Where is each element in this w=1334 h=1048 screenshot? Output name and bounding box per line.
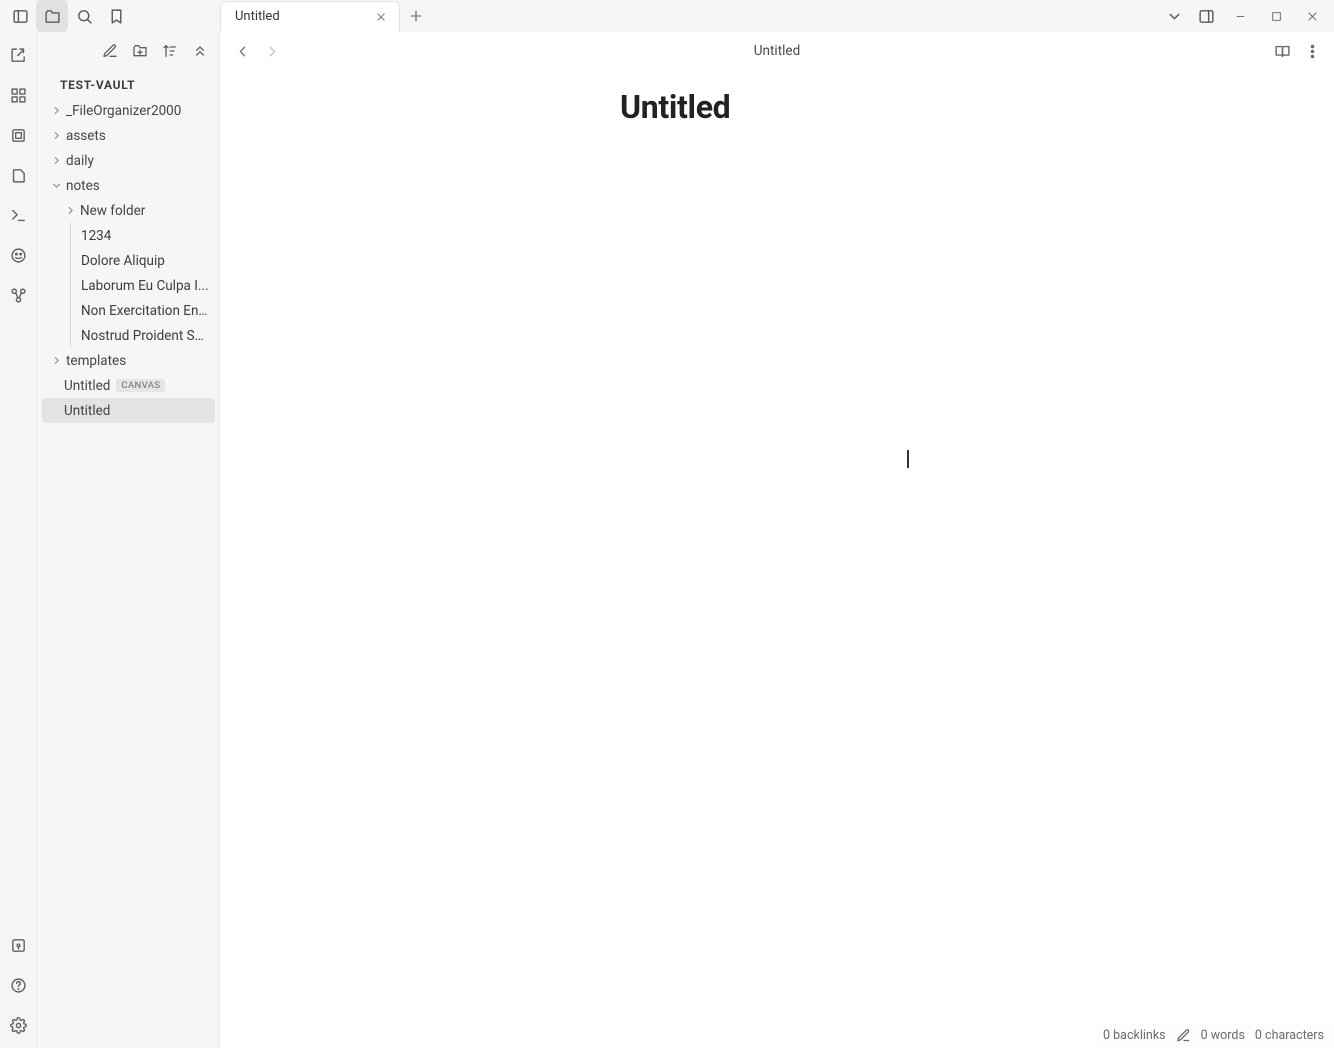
tree-label: Nostrud Proident Su... xyxy=(81,328,209,344)
tree-label: Untitled xyxy=(64,403,110,419)
note-title[interactable]: Untitled xyxy=(620,70,1334,126)
window-close-icon[interactable] xyxy=(1294,0,1330,32)
chevron-right-icon xyxy=(50,129,66,142)
titlebar-right xyxy=(1158,0,1334,32)
nav-back-icon[interactable] xyxy=(228,37,256,65)
plugin-icon[interactable] xyxy=(4,280,34,310)
file-laborum[interactable]: Laborum Eu Culpa I... xyxy=(71,273,215,298)
tree-label: notes xyxy=(66,178,100,194)
tree-label: Untitled xyxy=(64,378,110,394)
status-bar: 0 backlinks 0 words 0 characters xyxy=(1093,1022,1334,1048)
chevron-right-icon xyxy=(50,104,66,117)
folder-fileorganizer[interactable]: _FileOrganizer2000 xyxy=(42,98,215,123)
tree-label: 1234 xyxy=(81,228,111,244)
new-tab-button[interactable] xyxy=(400,0,432,32)
tab-label: Untitled xyxy=(235,9,280,24)
close-tab-icon[interactable] xyxy=(371,7,391,27)
left-sidebar-toggle-icon[interactable] xyxy=(4,0,36,32)
breadcrumb[interactable]: Untitled xyxy=(286,43,1268,59)
tree-label: daily xyxy=(66,153,94,169)
right-sidebar-toggle-icon[interactable] xyxy=(1190,0,1222,32)
tab-untitled[interactable]: Untitled xyxy=(220,1,400,32)
tree-label: Non Exercitation Eni... xyxy=(81,303,209,319)
folder-daily[interactable]: daily xyxy=(42,148,215,173)
folder-assets[interactable]: assets xyxy=(42,123,215,148)
tree-label: New folder xyxy=(80,203,145,219)
tree-label: assets xyxy=(66,128,106,144)
vault-name: TEST-VAULT xyxy=(38,68,219,96)
vault-icon[interactable] xyxy=(4,930,34,960)
daily-note-icon[interactable] xyxy=(4,160,34,190)
chevron-right-icon xyxy=(64,204,80,217)
collapse-all-icon[interactable] xyxy=(187,38,213,64)
new-folder-icon[interactable] xyxy=(127,38,153,64)
command-palette-icon[interactable] xyxy=(4,200,34,230)
tab-list-dropdown-icon[interactable] xyxy=(1158,0,1190,32)
word-count[interactable]: 0 words xyxy=(1201,1028,1245,1043)
chevron-right-icon xyxy=(50,354,66,367)
file-tree: _FileOrganizer2000 assets daily notes Ne… xyxy=(38,96,219,425)
titlebar: Untitled xyxy=(0,0,1334,32)
editor-pane: Untitled Untitled 0 backlinks 0 words 0 … xyxy=(220,32,1334,1048)
new-note-icon[interactable] xyxy=(97,38,123,64)
canvas-icon[interactable] xyxy=(4,120,34,150)
file-nonex[interactable]: Non Exercitation Eni... xyxy=(71,298,215,323)
window-minimize-icon[interactable] xyxy=(1222,0,1258,32)
canvas-badge: CANVAS xyxy=(116,379,165,392)
settings-icon[interactable] xyxy=(4,1010,34,1040)
quick-switcher-icon[interactable] xyxy=(4,40,34,70)
editor-body[interactable]: Untitled 0 backlinks 0 words 0 character… xyxy=(220,70,1334,1048)
text-cursor xyxy=(907,450,909,468)
file-explorer: TEST-VAULT _FileOrganizer2000 assets dai… xyxy=(38,32,220,1048)
reading-mode-icon[interactable] xyxy=(1268,37,1296,65)
files-tab-icon[interactable] xyxy=(36,0,68,32)
file-1234[interactable]: 1234 xyxy=(71,223,215,248)
file-dolore[interactable]: Dolore Aliquip xyxy=(71,248,215,273)
sidebar-actions xyxy=(38,32,219,68)
folder-notes[interactable]: notes xyxy=(42,173,215,198)
search-tab-icon[interactable] xyxy=(68,0,100,32)
templates-icon[interactable] xyxy=(4,240,34,270)
edit-mode-icon[interactable] xyxy=(1176,1028,1191,1043)
left-ribbon xyxy=(0,32,38,1048)
view-header: Untitled xyxy=(220,32,1334,70)
graph-view-icon[interactable] xyxy=(4,80,34,110)
tree-label: Laborum Eu Culpa I... xyxy=(81,278,209,294)
chevron-down-icon xyxy=(50,179,66,192)
folder-templates[interactable]: templates xyxy=(42,348,215,373)
char-count[interactable]: 0 characters xyxy=(1255,1028,1324,1043)
tree-label: Dolore Aliquip xyxy=(81,253,165,269)
tree-label: templates xyxy=(66,353,126,369)
file-untitled-canvas[interactable]: Untitled CANVAS xyxy=(42,373,215,398)
help-icon[interactable] xyxy=(4,970,34,1000)
more-options-icon[interactable] xyxy=(1298,37,1326,65)
tab-strip: Untitled xyxy=(220,0,1158,32)
sort-icon[interactable] xyxy=(157,38,183,64)
folder-new-folder[interactable]: New folder xyxy=(42,198,215,223)
tree-label: _FileOrganizer2000 xyxy=(66,103,181,119)
bookmarks-tab-icon[interactable] xyxy=(100,0,132,32)
nav-forward-icon[interactable] xyxy=(258,37,286,65)
window-maximize-icon[interactable] xyxy=(1258,0,1294,32)
backlinks-count[interactable]: 0 backlinks xyxy=(1103,1028,1166,1043)
titlebar-left-toolbar xyxy=(0,0,220,32)
file-nostrud[interactable]: Nostrud Proident Su... xyxy=(71,323,215,348)
file-untitled-active[interactable]: Untitled xyxy=(42,398,215,423)
chevron-right-icon xyxy=(50,154,66,167)
